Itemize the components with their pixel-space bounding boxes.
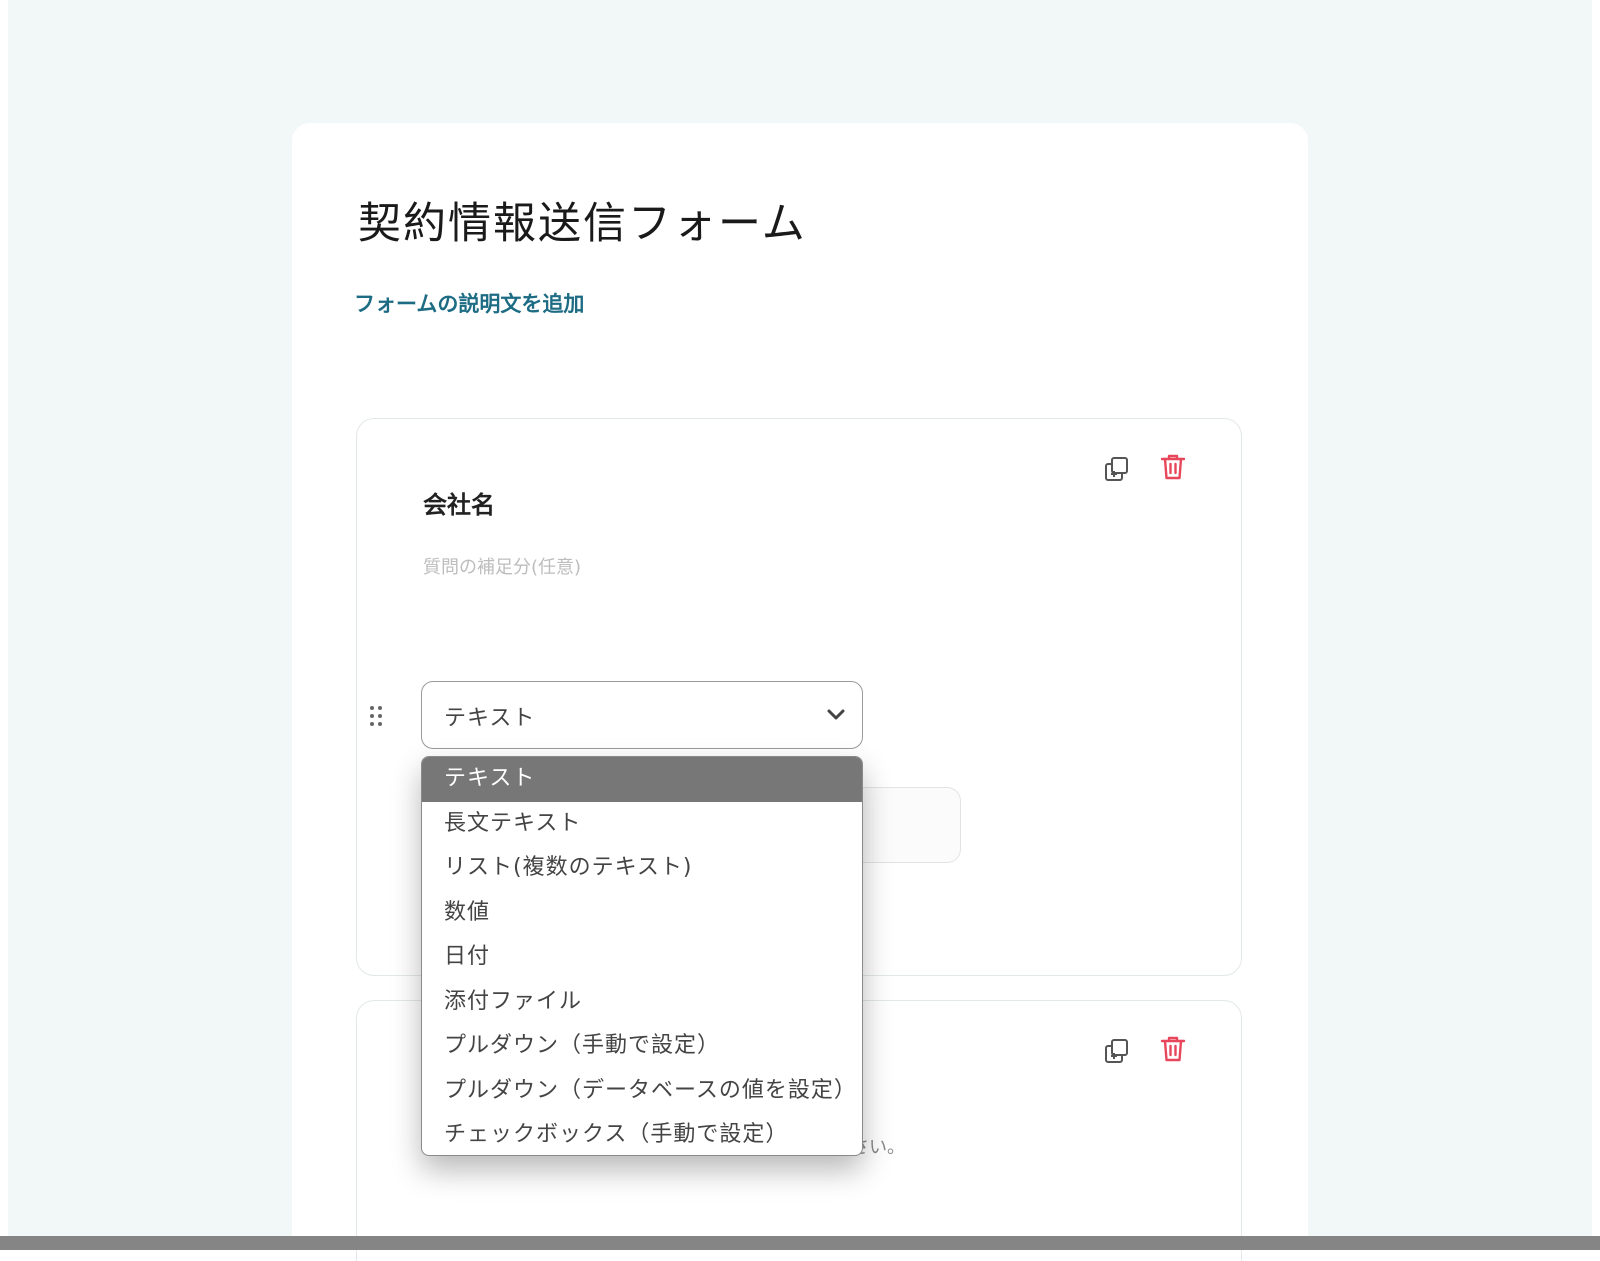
dropdown-option[interactable]: チェックボックス（手動で設定） bbox=[422, 1113, 862, 1155]
dropdown-option[interactable]: リスト(複数のテキスト) bbox=[422, 846, 862, 891]
drag-handle-icon[interactable] bbox=[369, 705, 389, 727]
trash-icon bbox=[1160, 454, 1186, 480]
bottom-scrollbar[interactable] bbox=[0, 1236, 1600, 1250]
dropdown-option[interactable]: 長文テキスト bbox=[422, 802, 862, 847]
dropdown-option[interactable]: 添付ファイル bbox=[422, 980, 862, 1025]
dropdown-option[interactable]: 数値 bbox=[422, 891, 862, 936]
trash-icon bbox=[1160, 1036, 1186, 1062]
answer-type-dropdown: テキスト 長文テキスト リスト(複数のテキスト) 数値 日付 添付ファイル プルダウン（手動… bbox=[421, 756, 863, 1156]
question-help-input[interactable]: 質問の補足分(任意) bbox=[423, 553, 581, 579]
dropdown-option[interactable]: テキスト bbox=[422, 757, 862, 802]
answer-type-select[interactable]: テキスト bbox=[421, 681, 863, 749]
duplicate-icon bbox=[1105, 457, 1128, 481]
form-title[interactable]: 契約情報送信フォーム bbox=[358, 189, 807, 251]
delete-button[interactable] bbox=[1157, 451, 1189, 483]
duplicate-button[interactable] bbox=[1101, 1035, 1133, 1067]
duplicate-icon bbox=[1105, 1039, 1128, 1063]
delete-button[interactable] bbox=[1157, 1033, 1189, 1065]
dropdown-option[interactable]: プルダウン（データベースの値を設定） bbox=[422, 1069, 862, 1114]
add-description-link[interactable]: フォームの説明文を追加 bbox=[354, 288, 584, 318]
duplicate-button[interactable] bbox=[1101, 453, 1133, 485]
question-title[interactable]: 会社名 bbox=[423, 485, 495, 520]
dropdown-option[interactable]: 日付 bbox=[422, 935, 862, 980]
chevron-down-icon bbox=[827, 709, 845, 720]
answer-type-value: テキスト bbox=[444, 706, 536, 731]
dropdown-option[interactable]: プルダウン（手動で設定） bbox=[422, 1024, 862, 1069]
